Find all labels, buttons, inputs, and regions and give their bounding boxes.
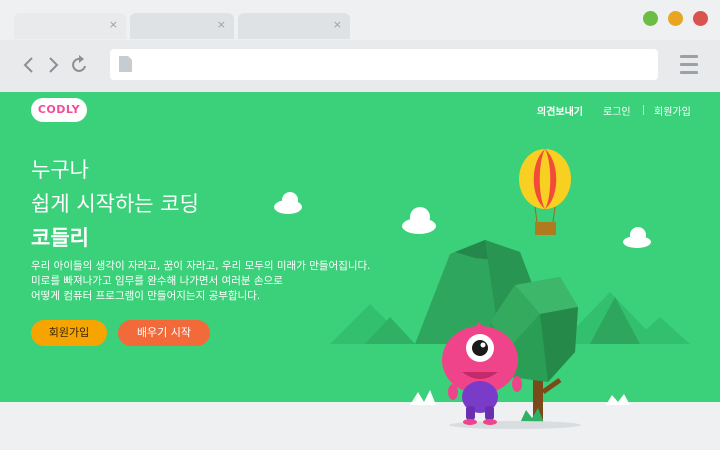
hot-air-balloon [519, 149, 571, 235]
browser-tab-1[interactable]: × [14, 13, 126, 39]
nav-login-link[interactable]: 로그인 [603, 103, 631, 118]
start-learning-button[interactable]: 배우기 시작 [118, 320, 210, 346]
window-minimize-button[interactable] [668, 11, 683, 26]
reload-icon[interactable] [70, 55, 90, 75]
window-close-button[interactable] [693, 11, 708, 26]
grass-tuft [410, 390, 436, 405]
nav-separator [643, 105, 644, 115]
cloud [402, 207, 436, 234]
grass-tuft [606, 394, 630, 405]
back-icon[interactable] [19, 55, 39, 75]
browser-tab-bar: × × × [0, 0, 720, 40]
hero-title: 코들리 [31, 226, 89, 250]
window-zoom-button[interactable] [643, 11, 658, 26]
address-bar[interactable] [110, 49, 658, 80]
hero-description-1: 우리 아이들의 생각이 자라고, 꿈이 자라고, 우리 모두의 미래가 만들어집… [31, 260, 371, 272]
page-icon [119, 56, 132, 72]
web-page: CODLY 의견보내기 로그인 회원가입 누구나 쉽게 시작하는 코딩 코들리 … [0, 92, 720, 450]
nav-feedback-link[interactable]: 의견보내기 [537, 103, 583, 118]
hero-line-1: 누구나 [31, 158, 89, 182]
cloud [274, 192, 302, 214]
tab-close-icon[interactable]: × [109, 19, 118, 31]
forward-icon[interactable] [43, 55, 63, 75]
browser-tab-2[interactable]: × [130, 13, 234, 39]
hero-description-3: 어떻게 컴퓨터 프로그램이 만들어지는지 공부합니다. [31, 290, 261, 302]
hamburger-menu-icon[interactable] [680, 55, 698, 75]
tab-close-icon[interactable]: × [217, 19, 226, 31]
signup-button[interactable]: 회원가입 [31, 320, 107, 346]
nav-signup-link[interactable]: 회원가입 [654, 103, 691, 118]
hero-description-2: 미로를 빠져나가고 임무를 완수해 나가면서 여러분 손으로 [31, 275, 283, 287]
codly-logo[interactable]: CODLY [31, 98, 87, 122]
browser-tab-3[interactable]: × [238, 13, 350, 39]
tab-close-icon[interactable]: × [333, 19, 342, 31]
hero-line-2: 쉽게 시작하는 코딩 [31, 192, 199, 216]
cloud [623, 227, 651, 248]
